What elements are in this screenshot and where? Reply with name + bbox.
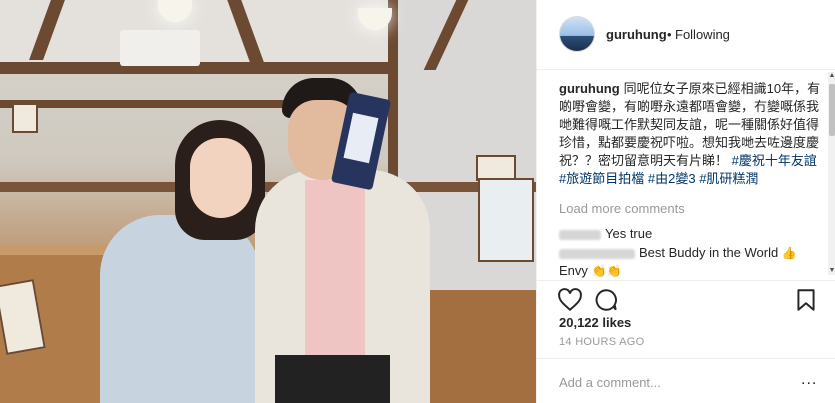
speech-bubble-icon[interactable] xyxy=(593,287,619,313)
add-comment-bar: ... xyxy=(537,358,835,403)
load-more-comments-link[interactable]: Load more comments xyxy=(559,200,685,218)
comment-text: Envy xyxy=(559,263,588,278)
post-photo[interactable] xyxy=(0,0,536,403)
clap-emoji: 👏👏 xyxy=(591,264,622,278)
comment-text: Yes true xyxy=(605,226,653,241)
post-side-panel: guruhung • Following guruhung 同呢位女子原來已經相識… xyxy=(536,0,835,403)
caption-username[interactable]: guruhung xyxy=(559,81,620,96)
comments-scrollbar[interactable]: ▲ ▼ xyxy=(828,72,835,275)
avatar[interactable] xyxy=(559,16,595,52)
air-conditioner xyxy=(120,30,200,66)
comment-row: Envy 👏👏 xyxy=(559,262,621,280)
likes-count[interactable]: 20,122 likes xyxy=(559,315,631,330)
scroll-thumb[interactable] xyxy=(829,84,835,136)
hashtag-link[interactable]: #慶祝十年友誼 xyxy=(732,153,817,168)
comment-row: Best Buddy in the World 👍 xyxy=(559,244,797,262)
post-username[interactable]: guruhung xyxy=(606,27,667,42)
blurred-username xyxy=(559,248,635,259)
post-actions xyxy=(537,280,835,316)
blurred-username xyxy=(559,229,601,240)
man-pants xyxy=(275,355,390,403)
comments-list: guruhung 同呢位女子原來已經相識10年，有啲嘢會變，有啲嘢永遠都唔會變，冇… xyxy=(559,80,821,278)
bookmark-icon[interactable] xyxy=(793,287,819,313)
comment-text: Best Buddy in the World xyxy=(639,245,779,260)
wall-frame xyxy=(12,103,38,133)
woman-face xyxy=(190,138,252,218)
woman-coat xyxy=(100,215,260,403)
following-button[interactable]: Following xyxy=(675,27,730,42)
heart-icon[interactable] xyxy=(557,287,583,313)
scroll-up-arrow-icon[interactable]: ▲ xyxy=(828,72,835,80)
scroll-down-arrow-icon[interactable]: ▼ xyxy=(828,267,835,275)
post-timestamp: 14 HOURS AGO xyxy=(559,336,645,348)
hashtag-link[interactable]: #肌研糕潤 xyxy=(699,171,758,186)
caption: guruhung 同呢位女子原來已經相識10年，有啲嘢會變，有啲嘢永遠都唔會變，冇… xyxy=(559,80,821,188)
display-cabinet xyxy=(478,178,534,262)
post-header: guruhung • Following xyxy=(537,0,835,70)
hashtag-link[interactable]: #由2變3 xyxy=(648,171,696,186)
separator-dot: • xyxy=(667,27,672,42)
comment-row: Yes true xyxy=(559,225,652,243)
hashtag-link[interactable]: #旅遊節目拍檔 xyxy=(559,171,644,186)
more-options-icon[interactable]: ... xyxy=(801,371,817,389)
thumbs-up-emoji: 👍 xyxy=(781,246,797,260)
add-comment-input[interactable] xyxy=(559,373,789,391)
man-shirt xyxy=(305,180,365,360)
